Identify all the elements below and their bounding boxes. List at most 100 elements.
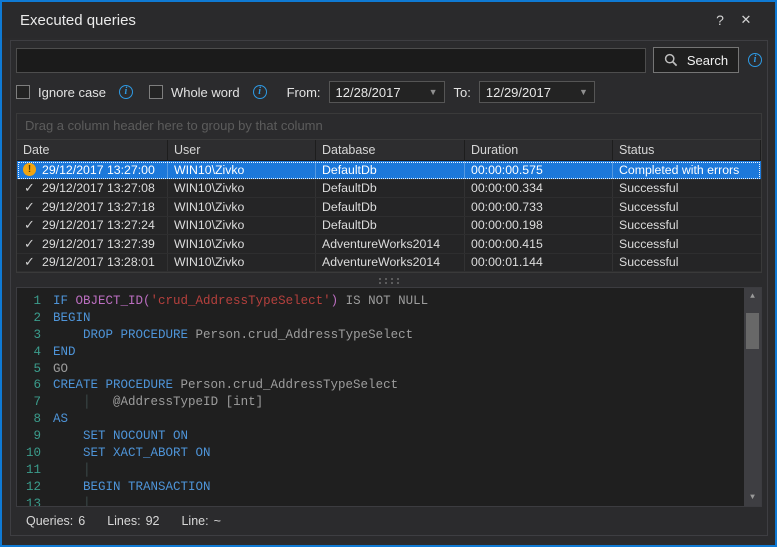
code-line: 5GO	[17, 361, 741, 378]
code-text: DROP PROCEDURE Person.crud_AddressTypeSe…	[53, 327, 413, 344]
splitter-handle[interactable]	[16, 273, 762, 287]
ignore-case-label: Ignore case	[38, 85, 106, 100]
user-cell: WIN10\Zivko	[168, 254, 316, 272]
date-cell: ✓29/12/2017 13:27:18	[17, 198, 168, 216]
code-token: SET NOCOUNT ON	[83, 429, 188, 443]
chevron-down-icon: ▼	[579, 87, 588, 97]
status-item: Lines:92	[107, 514, 159, 528]
code-token: IF	[53, 294, 76, 308]
date-value: 29/12/2017 13:27:00	[42, 161, 155, 179]
duration-cell: 00:00:00.334	[465, 180, 613, 198]
success-icon: ✓	[23, 217, 36, 235]
line-number: 2	[17, 310, 53, 327]
status-label: Line:	[181, 514, 208, 528]
group-by-bar[interactable]: Drag a column header here to group by th…	[17, 114, 761, 139]
line-number: 4	[17, 344, 53, 361]
success-icon: ✓	[23, 254, 36, 272]
code-line: 9 SET NOCOUNT ON	[17, 428, 741, 445]
table-row[interactable]: ✓29/12/2017 13:27:18WIN10\ZivkoDefaultDb…	[17, 198, 761, 217]
column-header-user[interactable]: User	[168, 140, 316, 160]
status-value: 92	[146, 514, 160, 528]
line-number: 8	[17, 411, 53, 428]
code-text: SET NOCOUNT ON	[53, 428, 188, 445]
success-icon: ✓	[23, 198, 36, 216]
code-token: END	[53, 345, 76, 359]
ignore-case-info-icon[interactable]: i	[119, 85, 133, 99]
date-cell: ✓29/12/2017 13:28:01	[17, 254, 168, 272]
code-text: │ @AddressTypeID [int]	[53, 394, 263, 411]
help-button[interactable]: ?	[707, 12, 733, 28]
line-number: 6	[17, 377, 53, 394]
to-date-value: 12/29/2017	[486, 85, 579, 100]
scrollbar-track[interactable]	[744, 305, 761, 489]
line-number: 3	[17, 327, 53, 344]
status-value: 6	[78, 514, 85, 528]
code-text: BEGIN	[53, 310, 91, 327]
status-cell: Successful	[613, 217, 761, 235]
line-number: 9	[17, 428, 53, 445]
close-button[interactable]: ✕	[733, 12, 759, 28]
code-line: 2BEGIN	[17, 310, 741, 327]
from-label: From:	[287, 85, 321, 100]
scrollbar-thumb[interactable]	[746, 313, 759, 349]
success-icon: ✓	[23, 180, 36, 198]
code-text: BEGIN TRANSACTION	[53, 479, 211, 496]
code-token: DROP PROCEDURE	[83, 328, 196, 342]
date-cell: ✓29/12/2017 13:27:08	[17, 180, 168, 198]
scroll-down-icon[interactable]: ▼	[744, 489, 761, 506]
whole-word-info-icon[interactable]: i	[253, 85, 267, 99]
line-number: 1	[17, 293, 53, 310]
to-date-dropdown[interactable]: 12/29/2017 ▼	[479, 81, 595, 103]
column-header-date[interactable]: Date	[17, 140, 168, 160]
table-row[interactable]: !29/12/2017 13:27:00WIN10\ZivkoDefaultDb…	[17, 161, 761, 180]
line-number: 5	[17, 361, 53, 378]
scroll-up-icon[interactable]: ▲	[744, 288, 761, 305]
code-line: 4END	[17, 344, 741, 361]
code-token	[53, 328, 83, 342]
code-text: IF OBJECT_ID('crud_AddressTypeSelect') I…	[53, 293, 428, 310]
search-input[interactable]	[16, 48, 646, 73]
sql-editor[interactable]: 1IF OBJECT_ID('crud_AddressTypeSelect') …	[16, 287, 762, 507]
filter-row: Ignore case i Whole word i From: 12/28/2…	[16, 81, 762, 103]
splitter-grip-icon	[376, 277, 402, 284]
code-token: Person.crud_AddressTypeSelect	[196, 328, 414, 342]
line-number: 10	[17, 445, 53, 462]
search-info-icon[interactable]: i	[748, 53, 762, 67]
ignore-case-checkbox[interactable]	[16, 85, 30, 99]
code-token	[91, 395, 114, 409]
to-label: To:	[454, 85, 471, 100]
code-line: 6CREATE PROCEDURE Person.crud_AddressTyp…	[17, 377, 741, 394]
warning-icon: !	[23, 163, 36, 176]
code-line: 7 │ @AddressTypeID [int]	[17, 394, 741, 411]
editor-scrollbar[interactable]: ▲ ▼	[744, 288, 761, 506]
executed-queries-dialog: Executed queries ? ✕ Search i Ignore cas…	[0, 0, 777, 547]
status-cell: Successful	[613, 254, 761, 272]
status-item: Line:~	[181, 514, 220, 528]
database-cell: DefaultDb	[316, 198, 465, 216]
column-header-status[interactable]: Status	[613, 140, 761, 160]
code-line: 13 │	[17, 496, 741, 507]
duration-cell: 00:00:01.144	[465, 254, 613, 272]
column-header-duration[interactable]: Duration	[465, 140, 613, 160]
search-button-label: Search	[687, 53, 728, 68]
code-token: AS	[53, 412, 68, 426]
table-row[interactable]: ✓29/12/2017 13:27:08WIN10\ZivkoDefaultDb…	[17, 180, 761, 199]
column-header-database[interactable]: Database	[316, 140, 465, 160]
search-button[interactable]: Search	[653, 47, 739, 73]
success-icon: ✓	[23, 235, 36, 253]
table-row[interactable]: ✓29/12/2017 13:27:24WIN10\ZivkoDefaultDb…	[17, 217, 761, 236]
table-row[interactable]: ✓29/12/2017 13:28:01WIN10\ZivkoAdventure…	[17, 254, 761, 273]
from-date-value: 12/28/2017	[336, 85, 429, 100]
user-cell: WIN10\Zivko	[168, 217, 316, 235]
code-token	[53, 497, 83, 507]
whole-word-checkbox[interactable]	[149, 85, 163, 99]
date-cell: ✓29/12/2017 13:27:39	[17, 235, 168, 253]
code-token: IS NOT NULL	[338, 294, 428, 308]
search-row: Search i	[16, 47, 762, 73]
search-icon	[664, 53, 678, 67]
table-row[interactable]: ✓29/12/2017 13:27:39WIN10\ZivkoAdventure…	[17, 235, 761, 254]
database-cell: DefaultDb	[316, 180, 465, 198]
from-date-dropdown[interactable]: 12/28/2017 ▼	[329, 81, 445, 103]
database-cell: AdventureWorks2014	[316, 235, 465, 253]
line-number: 11	[17, 462, 53, 479]
